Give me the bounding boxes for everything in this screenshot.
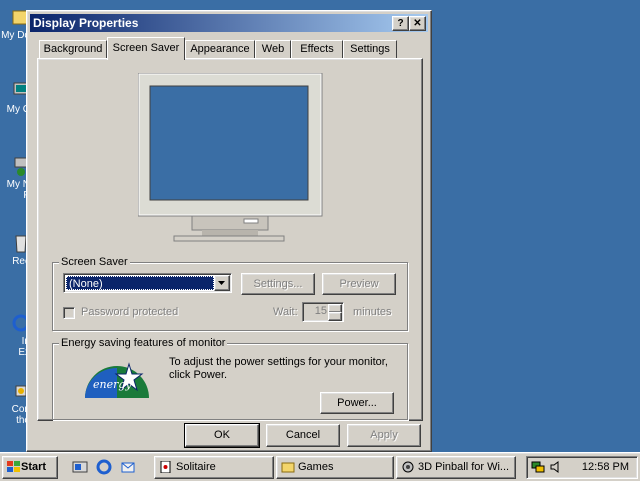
energy-group-title: Energy saving features of monitor bbox=[59, 337, 228, 349]
clock[interactable]: 12:58 PM bbox=[582, 457, 629, 478]
settings-button[interactable]: Settings... bbox=[241, 273, 315, 295]
window-titlebar[interactable]: Display Properties ? ✕ bbox=[30, 14, 428, 32]
window-title: Display Properties bbox=[33, 16, 139, 30]
ok-button[interactable]: OK bbox=[184, 423, 260, 448]
tab-appearance[interactable]: Appearance bbox=[185, 40, 255, 58]
wait-label: Wait: bbox=[273, 306, 298, 318]
pinball-icon bbox=[402, 461, 414, 473]
screen-saver-panel: Screen Saver (None) Settings... Preview … bbox=[37, 58, 423, 421]
screen-saver-select[interactable]: (None) bbox=[63, 273, 232, 293]
energy-description: To adjust the power settings for your mo… bbox=[169, 356, 388, 381]
wait-value: 15 bbox=[314, 305, 327, 317]
password-protected-label: Password protected bbox=[81, 306, 179, 318]
solitaire-icon bbox=[160, 461, 171, 474]
tab-settings[interactable]: Settings bbox=[343, 40, 397, 58]
tab-effects[interactable]: Effects bbox=[291, 40, 343, 58]
tab-background[interactable]: Background bbox=[39, 40, 107, 58]
folder-icon bbox=[281, 462, 295, 473]
internet-explorer-icon[interactable] bbox=[96, 459, 112, 475]
screen-saver-selected-value: (None) bbox=[66, 276, 214, 290]
taskbar-item-solitaire[interactable]: Solitaire bbox=[154, 456, 274, 479]
wait-minutes-stepper[interactable]: 15 bbox=[302, 302, 344, 322]
quick-launch bbox=[62, 456, 146, 477]
show-desktop-icon[interactable] bbox=[72, 459, 88, 475]
help-button[interactable]: ? bbox=[392, 16, 409, 31]
dropdown-button[interactable] bbox=[214, 275, 230, 291]
stepper-down-button[interactable] bbox=[328, 312, 342, 321]
windows-logo-icon bbox=[7, 461, 20, 473]
tab-web[interactable]: Web bbox=[255, 40, 291, 58]
password-protected-checkbox[interactable] bbox=[63, 307, 75, 319]
taskbar: Start Solitaire Games 3D Pinball for Wi.… bbox=[0, 452, 640, 481]
start-label: Start bbox=[21, 461, 47, 473]
screen-saver-group: Screen Saver (None) Settings... Preview … bbox=[52, 256, 408, 331]
preview-button[interactable]: Preview bbox=[322, 273, 396, 295]
taskbar-item-games[interactable]: Games bbox=[276, 456, 394, 479]
screen-saver-group-title: Screen Saver bbox=[59, 256, 130, 268]
taskbar-item-pinball[interactable]: 3D Pinball for Wi... bbox=[396, 456, 516, 479]
energy-star-logo: energy bbox=[85, 362, 149, 398]
close-button[interactable]: ✕ bbox=[409, 16, 426, 31]
task-label: Solitaire bbox=[176, 461, 216, 473]
volume-icon[interactable] bbox=[549, 460, 563, 474]
power-button[interactable]: Power... bbox=[320, 392, 394, 414]
system-tray: 12:58 PM bbox=[526, 456, 638, 479]
task-label: 3D Pinball for Wi... bbox=[418, 461, 510, 473]
task-label: Games bbox=[298, 461, 334, 473]
start-button[interactable]: Start bbox=[2, 456, 58, 479]
apply-button[interactable]: Apply bbox=[347, 424, 421, 447]
minutes-label: minutes bbox=[353, 306, 392, 318]
tab-screen-saver[interactable]: Screen Saver bbox=[107, 37, 185, 60]
energy-saving-group: Energy saving features of monitor energy… bbox=[52, 337, 408, 420]
network-tray-icon[interactable] bbox=[531, 460, 545, 474]
outlook-express-icon[interactable] bbox=[120, 459, 136, 475]
chevron-down-icon bbox=[218, 281, 225, 285]
cancel-button[interactable]: Cancel bbox=[266, 424, 340, 447]
energy-logo-text: energy bbox=[93, 378, 132, 391]
display-properties-window: Display Properties ? ✕ Background Screen… bbox=[26, 10, 432, 452]
monitor-preview bbox=[138, 73, 323, 242]
